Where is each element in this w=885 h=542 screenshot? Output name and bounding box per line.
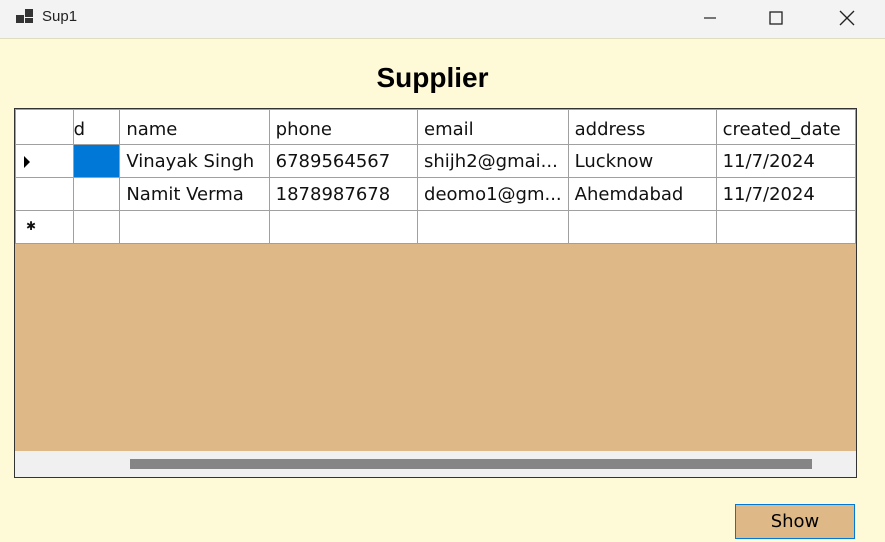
grid-cell-address[interactable]: Ahemdabad [567,177,717,211]
title-bar: Sup1 [0,0,885,38]
minimize-button[interactable] [675,0,745,35]
maximize-icon [769,10,783,25]
window-title: Sup1 [42,8,78,25]
close-button[interactable] [812,0,882,35]
column-header-created-date[interactable]: created_date [715,109,856,145]
grid-cell-email[interactable] [417,210,569,244]
grid-cell-address[interactable]: Lucknow [567,144,717,178]
horizontal-scrollbar[interactable] [15,451,856,477]
grid-cell-address[interactable] [567,210,717,244]
grid-cell-created-date[interactable]: 11/7/2024 [715,177,856,211]
column-header-phone[interactable]: phone [268,109,419,145]
app-icon [16,9,34,25]
scrollbar-thumb[interactable] [130,459,812,469]
table-row[interactable]: Vinayak Singh 6789564567 shijh2@gmai... … [15,144,856,178]
new-row[interactable]: ✱ [15,210,856,244]
grid-cell-name[interactable]: Namit Verma [119,177,270,211]
table-row[interactable]: Namit Verma 1878987678 deomo1@gm... Ahem… [15,177,856,211]
grid-cell-phone[interactable] [268,210,419,244]
grid-cell-id[interactable] [72,144,121,178]
grid-cell-phone[interactable]: 6789564567 [268,144,419,178]
grid-cell-id[interactable] [72,177,121,211]
row-header[interactable] [15,144,74,178]
column-header-email[interactable]: email [417,109,569,145]
grid-cell-created-date[interactable] [715,210,856,244]
grid-cell-created-date[interactable]: 11/7/2024 [715,144,856,178]
supplier-grid[interactable]: d name phone email address created_date … [14,108,857,478]
current-row-arrow-icon [24,156,30,168]
column-header-name[interactable]: name [119,109,270,145]
column-header-id[interactable]: d [72,109,121,145]
grid-cell-name[interactable]: Vinayak Singh [119,144,270,178]
row-header-corner [15,109,74,145]
grid-cell-id[interactable] [72,210,121,244]
grid-cell-name[interactable] [119,210,270,244]
new-row-asterisk-icon: ✱ [26,219,37,233]
maximize-button[interactable] [741,0,811,35]
close-icon [839,10,855,25]
grid-cell-email[interactable]: shijh2@gmai... [417,144,569,178]
show-button[interactable]: Show [735,504,855,539]
grid-header-row: d name phone email address created_date [15,109,856,145]
minimize-icon [704,16,716,19]
column-header-address[interactable]: address [567,109,717,145]
row-header[interactable]: ✱ [15,210,74,244]
grid-cell-phone[interactable]: 1878987678 [268,177,419,211]
grid-cell-email[interactable]: deomo1@gm... [417,177,569,211]
page-title: Supplier [376,62,489,93]
row-header[interactable] [15,177,74,211]
